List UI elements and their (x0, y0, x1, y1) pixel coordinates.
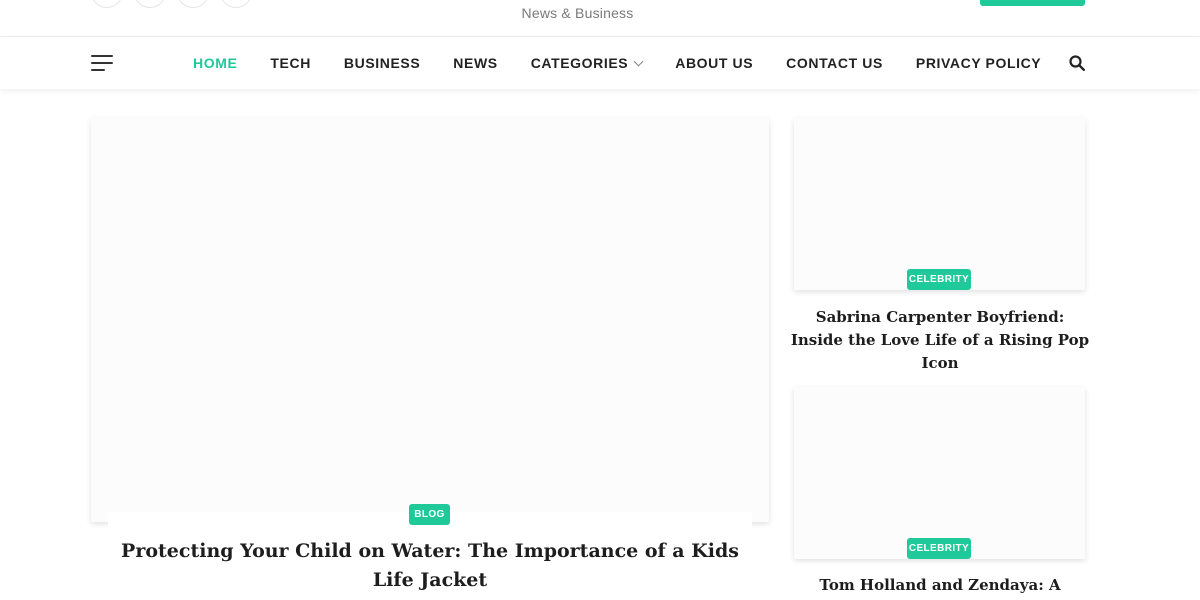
side-post-1-title[interactable]: Sabrina Carpenter Boyfriend: Inside the … (790, 306, 1090, 375)
header-cta-button[interactable] (980, 0, 1085, 6)
nav-item-categories[interactable]: CATEGORIES (530, 55, 644, 71)
nav-item-about-us[interactable]: ABOUT US (675, 55, 753, 71)
nav-item-label: TECH (270, 55, 311, 71)
side-post-2-category-badge[interactable]: CELEBRITY (907, 538, 971, 559)
featured-post-image[interactable] (91, 118, 769, 522)
social-icon-1[interactable] (91, 0, 123, 8)
nav-item-contact-us[interactable]: CONTACT US (786, 55, 883, 71)
search-icon[interactable] (1069, 55, 1085, 71)
nav-item-label: HOME (193, 55, 238, 71)
side-post-2-title[interactable]: Tom Holland and Zendaya: A Modern- (790, 574, 1090, 600)
nav-item-label: NEWS (453, 55, 498, 71)
side-post-2-image[interactable] (794, 387, 1085, 559)
logo-tagline: News & Business (521, 5, 634, 21)
site-logo[interactable]: News & Business (470, 0, 685, 22)
nav-item-privacy-policy[interactable]: PRIVACY POLICY (916, 55, 1041, 71)
hamburger-icon[interactable] (91, 55, 113, 71)
nav-item-label: CATEGORIES (530, 55, 629, 71)
nav-item-tech[interactable]: TECH (270, 55, 311, 71)
nav-item-home[interactable]: HOME (193, 55, 237, 71)
nav-item-label: PRIVACY POLICY (915, 55, 1042, 71)
social-icon-3[interactable] (177, 0, 209, 8)
nav-item-news[interactable]: NEWS (453, 55, 497, 71)
side-post-1-category-badge[interactable]: CELEBRITY (907, 269, 971, 290)
featured-post-category-badge[interactable]: BLOG (409, 504, 450, 525)
social-links (91, 0, 252, 8)
chevron-down-icon (633, 56, 644, 66)
nav-item-label: BUSINESS (343, 55, 421, 71)
nav-menu: HOME TECH BUSINESS NEWS CATEGORIES ABOUT… (193, 37, 1074, 89)
social-icon-4[interactable] (220, 0, 252, 8)
top-bar: News & Business (0, 0, 1200, 37)
nav-item-label: CONTACT US (786, 55, 883, 71)
social-icon-2[interactable] (134, 0, 166, 8)
main-navigation: HOME TECH BUSINESS NEWS CATEGORIES ABOUT… (0, 37, 1200, 89)
nav-item-label: ABOUT US (675, 55, 754, 71)
featured-post-title[interactable]: Protecting Your Child on Water: The Impo… (120, 537, 740, 595)
side-post-1-image[interactable] (794, 118, 1085, 290)
logo-wordmark (470, 0, 685, 4)
nav-item-business[interactable]: BUSINESS (344, 55, 420, 71)
